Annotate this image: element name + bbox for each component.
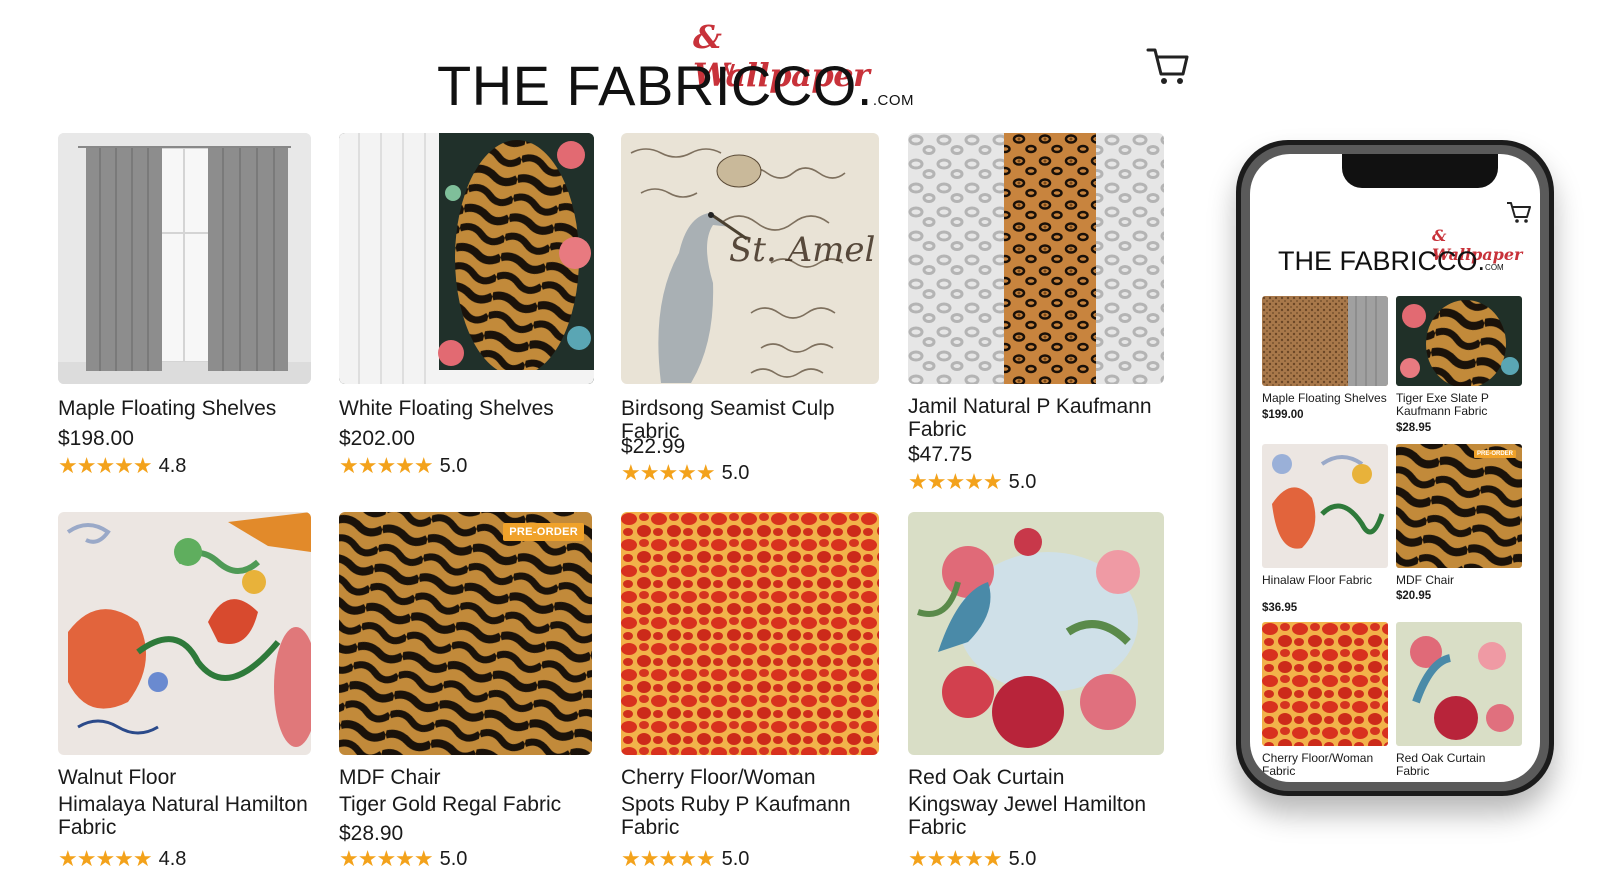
product-rating: ★★★★★ 5.0 bbox=[908, 846, 1036, 872]
star-rating-icon: ★★★★★ bbox=[58, 453, 153, 478]
phone-logo[interactable]: & Wallpaper THE FABRICCO.COM bbox=[1264, 226, 1534, 280]
product-rating: ★★★★★ 4.8 bbox=[58, 453, 186, 479]
phone-product-title[interactable]: Cherry Floor/Woman Fabric bbox=[1262, 752, 1388, 778]
product-price: $202.00 bbox=[339, 427, 415, 450]
phone-notch bbox=[1342, 154, 1498, 188]
product-title[interactable]: Walnut Floor bbox=[58, 766, 176, 789]
star-rating-icon: ★★★★★ bbox=[339, 846, 434, 871]
star-rating-icon: ★★★★★ bbox=[908, 846, 1003, 871]
star-rating-icon: ★★★★★ bbox=[621, 846, 716, 871]
rating-value: 4.8 bbox=[158, 454, 187, 477]
phone-logo-right: CO. bbox=[1437, 246, 1486, 276]
product-title[interactable]: Cherry Floor/Woman bbox=[621, 766, 816, 789]
product-subtitle: Tiger Gold Regal Fabric bbox=[339, 793, 562, 816]
rating-value: 5.0 bbox=[721, 461, 750, 484]
pre-order-badge: PRE-ORDER bbox=[503, 523, 584, 541]
phone-product-title[interactable]: Tiger Exe Slate P Kaufmann Fabric bbox=[1396, 392, 1522, 418]
phone-product-price: $36.95 bbox=[1262, 602, 1298, 614]
product-rating: ★★★★★ 5.0 bbox=[339, 846, 467, 872]
product-title[interactable]: Jamil Natural P Kaufmann Fabric bbox=[908, 395, 1158, 441]
product-title[interactable]: Red Oak Curtain bbox=[908, 766, 1064, 789]
phone-logo-left: THE FABRIC bbox=[1278, 246, 1438, 276]
product-image[interactable] bbox=[908, 512, 1164, 755]
star-rating-icon: ★★★★★ bbox=[58, 846, 153, 871]
svg-text:St. Amel: St. Amel bbox=[729, 230, 875, 270]
site-logo[interactable]: & Wallpaper THE FABRICCO..COM v bbox=[437, 18, 914, 118]
shopping-cart-icon[interactable] bbox=[1146, 45, 1190, 87]
product-rating: ★★★★★ 5.0 bbox=[621, 460, 749, 486]
rating-value: 5.0 bbox=[439, 454, 468, 477]
product-rating: ★★★★★ 5.0 bbox=[339, 453, 467, 479]
product-price: $28.90 bbox=[339, 822, 404, 845]
star-rating-icon: ★★★★★ bbox=[621, 460, 716, 485]
rating-value: 5.0 bbox=[439, 847, 468, 870]
star-rating-icon: ★★★★★ bbox=[908, 469, 1003, 494]
phone-logo-suffix: COM bbox=[1485, 263, 1504, 272]
product-price: $47.75 bbox=[908, 443, 973, 466]
product-image[interactable] bbox=[58, 512, 311, 755]
star-rating-icon: ★★★★★ bbox=[339, 453, 434, 478]
phone-product-title[interactable]: Red Oak Curtain Fabric bbox=[1396, 752, 1522, 778]
product-title[interactable]: White Floating Shelves bbox=[339, 397, 554, 420]
product-rating: ★★★★★ 5.0 bbox=[908, 469, 1036, 495]
rating-value: 5.0 bbox=[1008, 847, 1037, 870]
logo-name-left: THE FABRIC bbox=[437, 54, 772, 117]
rating-value: 5.0 bbox=[1008, 470, 1037, 493]
phone-mockup: & Wallpaper THE FABRICCO.COM Maple Float… bbox=[1236, 140, 1554, 796]
logo-name-right: CO. bbox=[771, 54, 873, 117]
phone-product-image[interactable] bbox=[1396, 622, 1522, 746]
rating-value: 5.0 bbox=[721, 847, 750, 870]
phone-pre-order-badge: PRE-ORDER bbox=[1473, 450, 1516, 458]
product-subtitle: Spots Ruby P Kaufmann Fabric bbox=[621, 793, 851, 839]
product-rating: ★★★★★ 4.8 bbox=[58, 846, 186, 872]
phone-product-image[interactable] bbox=[1262, 444, 1388, 568]
product-subtitle: Kingsway Jewel Hamilton Fabric bbox=[908, 793, 1147, 839]
phone-product-price: $20.95 bbox=[1396, 590, 1432, 602]
product-image[interactable]: PRE-ORDER bbox=[339, 512, 592, 755]
phone-product-price: $199.00 bbox=[1262, 409, 1304, 421]
phone-product-image[interactable] bbox=[1262, 622, 1388, 746]
phone-screen: & Wallpaper THE FABRICCO.COM Maple Float… bbox=[1250, 154, 1540, 782]
logo-wordmark: THE FABRICCO..COM bbox=[437, 56, 914, 131]
phone-product-image[interactable] bbox=[1262, 296, 1388, 386]
phone-product-title[interactable]: MDF Chair bbox=[1396, 574, 1522, 587]
product-price: $22.99 bbox=[621, 435, 686, 458]
product-image[interactable] bbox=[908, 133, 1164, 384]
product-title[interactable]: Maple Floating Shelves bbox=[58, 397, 276, 420]
phone-product-image[interactable]: PRE-ORDER bbox=[1396, 444, 1522, 568]
rating-value: 4.8 bbox=[158, 847, 187, 870]
product-price: $198.00 bbox=[58, 427, 134, 450]
product-image[interactable]: St. Amel bbox=[621, 133, 879, 384]
product-title[interactable]: MDF Chair bbox=[339, 766, 441, 789]
phone-logo-wordmark: THE FABRICCO.COM bbox=[1278, 246, 1504, 277]
phone-product-title[interactable]: Hinalaw Floor Fabric bbox=[1262, 574, 1388, 587]
phone-product-price: $28.95 bbox=[1396, 422, 1432, 434]
product-image[interactable] bbox=[621, 512, 879, 755]
logo-suffix: .COM bbox=[872, 92, 915, 109]
phone-product-title[interactable]: Maple Floating Shelves bbox=[1262, 392, 1388, 405]
product-image[interactable] bbox=[58, 133, 311, 384]
phone-product-image[interactable] bbox=[1396, 296, 1522, 386]
product-rating: ★★★★★ 5.0 bbox=[621, 846, 749, 872]
product-image[interactable] bbox=[339, 133, 594, 384]
phone-cart-icon[interactable] bbox=[1506, 200, 1532, 224]
product-subtitle: Himalaya Natural Hamilton Fabric bbox=[58, 793, 308, 839]
logo-heart-icon: v bbox=[724, 58, 736, 80]
